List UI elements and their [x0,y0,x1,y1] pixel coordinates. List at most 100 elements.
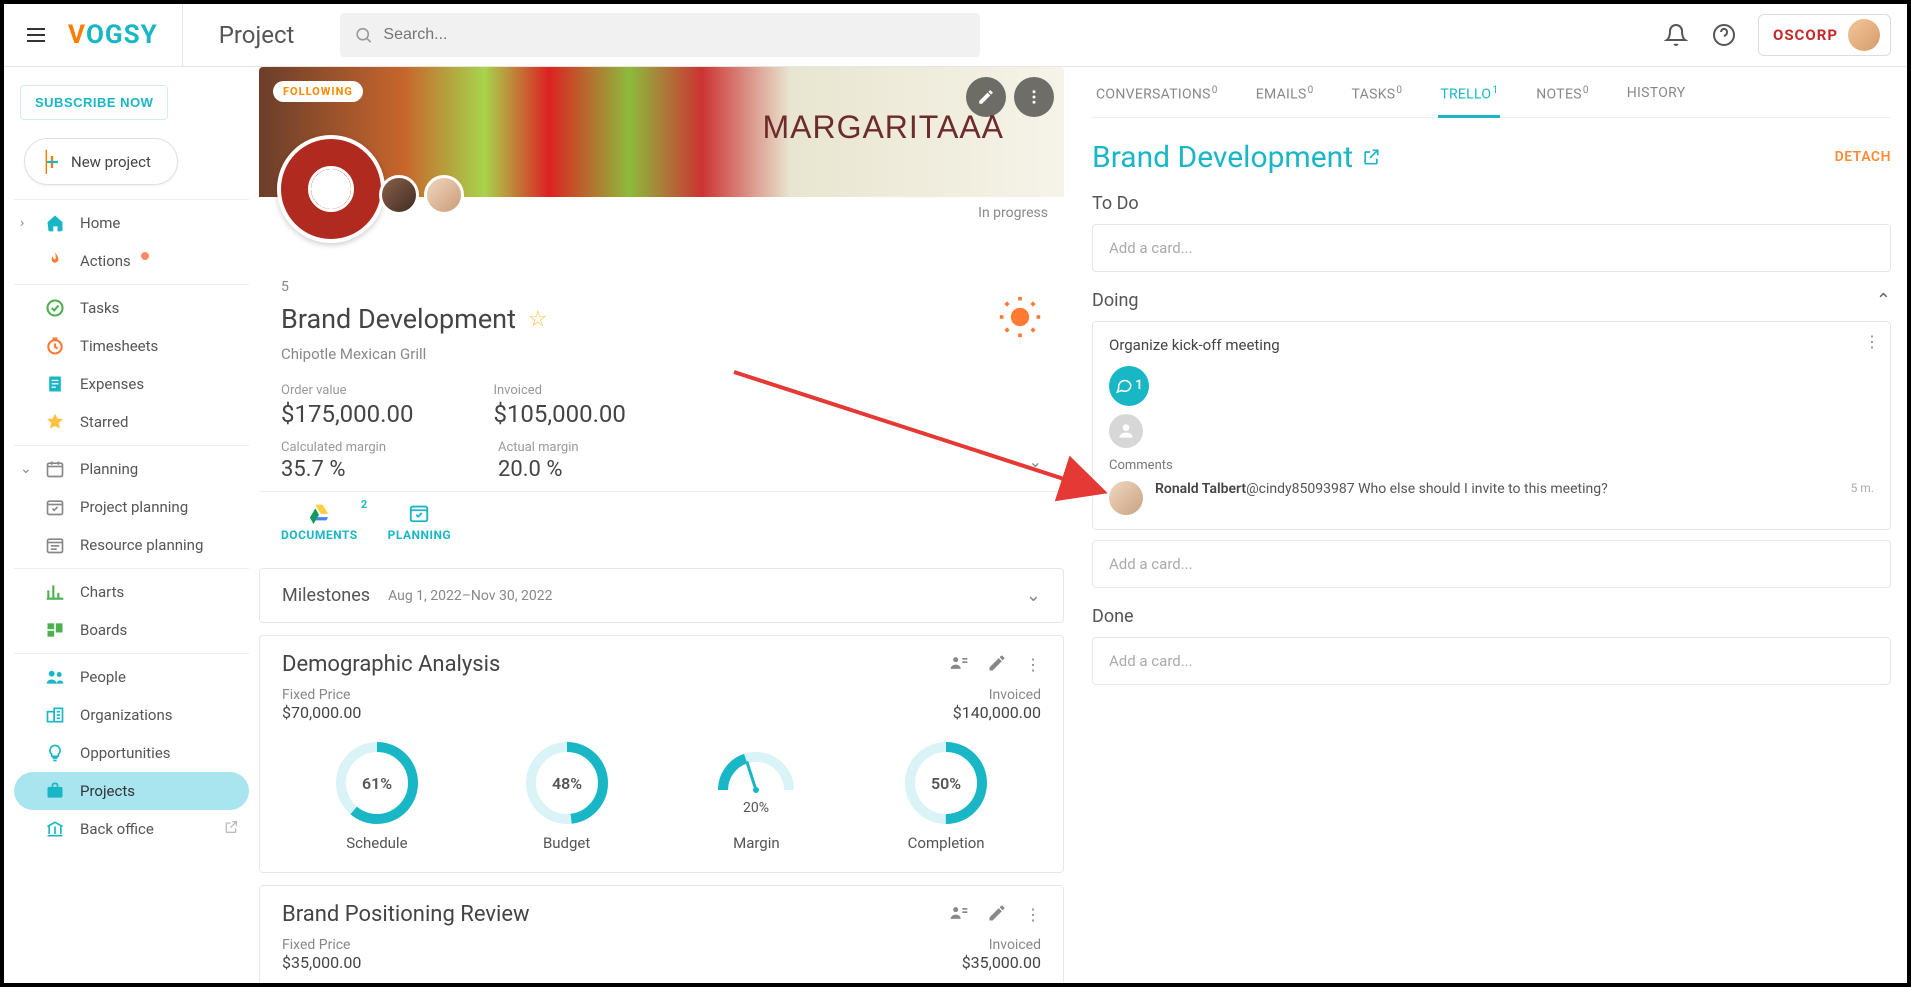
building-icon [44,704,66,726]
chevron-up-icon[interactable]: ⌃ [1876,290,1891,311]
nav-boards[interactable]: Boards [14,611,249,649]
tab-documents[interactable]: 2 DOCUMENTS [281,502,358,542]
trello-board-title[interactable]: Brand Development [1092,140,1381,175]
project-client: Chipotle Mexican Grill [281,345,1042,363]
comments-badge-icon[interactable]: 1 [1109,366,1149,406]
add-card-todo[interactable]: Add a card... [1092,224,1891,272]
notifications-icon[interactable] [1662,21,1690,49]
nav-expenses[interactable]: Expenses [14,365,249,403]
svg-text:20%: 20% [743,800,769,816]
order-value: $175,000.00 [281,400,413,428]
comment-text: @cindy85093987 Who else should I invite … [1246,481,1608,497]
trello-card-title: Organize kick-off meeting [1109,336,1874,354]
gauge-margin: 20%Margin [691,740,821,852]
help-icon[interactable] [1710,21,1738,49]
nav-starred[interactable]: Starred [14,403,249,441]
fixed-price: $70,000.00 [282,703,361,722]
comment-author: Ronald Talbert [1155,481,1246,497]
org-chip[interactable]: OSCORP [1758,14,1891,56]
nav-back-office[interactable]: Back office [14,810,249,848]
sidebar: SUBSCRIBE NOW │ New project ›Home Action… [4,67,259,983]
nav-tasks[interactable]: Tasks [14,289,249,327]
tab-tasks-right[interactable]: TASKS0 [1350,75,1405,117]
card-member-avatar[interactable] [1109,414,1143,448]
following-badge: FOLLOWING [273,81,363,102]
nav-home[interactable]: ›Home [14,204,249,242]
top-bar: VOGSY Project OSCORP [4,4,1907,67]
tab-emails[interactable]: EMAILS0 [1254,75,1316,117]
milestone-dates: Aug 1, 2022–Nov 30, 2022 [388,588,552,604]
chart-icon [44,581,66,603]
nav-project-planning[interactable]: Project planning [14,488,249,526]
nav-actions[interactable]: Actions [14,242,249,280]
comment-row: Ronald Talbert @cindy85093987 Who else s… [1109,481,1874,515]
calendar-check-icon [44,496,66,518]
menu-hamburger-icon[interactable] [20,19,52,51]
nav-charts[interactable]: Charts [14,573,249,611]
add-card-done[interactable]: Add a card... [1092,637,1891,685]
nav-planning[interactable]: ⌄Planning [14,450,249,488]
project-title: Brand Development [281,303,516,335]
search-input[interactable] [383,26,966,44]
board-icon [44,619,66,641]
svg-text:61%: 61% [362,774,392,793]
nav-people[interactable]: People [14,658,249,696]
svg-text:50%: 50% [931,774,961,793]
new-project-button[interactable]: │ New project [24,138,178,185]
more-vertical-icon[interactable]: ⋮ [1025,905,1041,924]
open-external-icon[interactable] [1361,147,1381,167]
page-title: Project [219,21,295,49]
app-logo[interactable]: VOGSY [68,4,183,66]
chevron-down-icon[interactable]: ⌄ [1026,585,1041,606]
bulb-icon [44,742,66,764]
detach-button[interactable]: DETACH [1835,149,1891,165]
actions-badge-dot [141,252,149,260]
star-toggle-icon[interactable]: ☆ [528,307,548,332]
nav-organizations[interactable]: Organizations [14,696,249,734]
nav-resource-planning[interactable]: Resource planning [14,526,249,564]
calendar-lines-icon [44,534,66,556]
calendar-check-icon [407,502,431,524]
actual-margin: 20.0 % [498,457,579,482]
weather-sun-icon [998,295,1042,343]
add-card-doing[interactable]: Add a card... [1092,540,1891,588]
briefcase-icon [44,780,66,802]
nav-projects[interactable]: Projects [14,772,249,810]
card-more-icon[interactable]: ⋮ [1864,332,1880,351]
team-avatar-2[interactable] [424,175,464,215]
analysis-card: Brand Positioning Review ⋮ Fixed Price$3… [259,885,1064,983]
invoiced-value: $105,000.00 [493,400,625,428]
external-link-icon [223,819,239,839]
comment-time: 5 m. [1851,481,1874,495]
fixed-price: $35,000.00 [282,953,361,972]
bank-icon [44,818,66,840]
right-tabs: CONVERSATIONS0 EMAILS0 TASKS0 TRELLO1 NO… [1092,67,1891,118]
receipt-icon [44,373,66,395]
tab-history[interactable]: HISTORY [1625,75,1688,117]
check-circle-icon [44,297,66,319]
more-vertical-icon[interactable]: ⋮ [1025,655,1041,674]
nav-opportunities[interactable]: Opportunities [14,734,249,772]
expand-kpis-icon[interactable]: ⌄ [281,452,1042,471]
tab-planning[interactable]: PLANNING [388,502,452,542]
tab-conversations[interactable]: CONVERSATIONS0 [1094,75,1220,117]
tab-notes[interactable]: NOTES0 [1534,75,1590,117]
assign-icon[interactable] [949,903,969,927]
edit-icon[interactable] [987,903,1007,927]
milestones-row[interactable]: Milestones Aug 1, 2022–Nov 30, 2022 ⌄ [259,568,1064,623]
org-name: OSCORP [1773,26,1838,44]
card-invoiced: $140,000.00 [953,703,1041,722]
nav-timesheets[interactable]: Timesheets [14,327,249,365]
tab-trello[interactable]: TRELLO1 [1438,75,1500,117]
assign-icon[interactable] [949,653,969,677]
project-hero: FOLLOWING MARGARITAAA [259,67,1064,197]
subscribe-button[interactable]: SUBSCRIBE NOW [20,85,168,120]
trello-card[interactable]: ⋮ Organize kick-off meeting 1 Comments R… [1092,321,1891,530]
svg-text:48%: 48% [552,774,582,793]
edit-project-button[interactable] [966,77,1006,117]
team-avatar-1[interactable] [379,175,419,215]
edit-icon[interactable] [987,653,1007,677]
search-box[interactable] [340,13,980,57]
client-logo [277,135,385,243]
project-more-button[interactable] [1014,77,1054,117]
